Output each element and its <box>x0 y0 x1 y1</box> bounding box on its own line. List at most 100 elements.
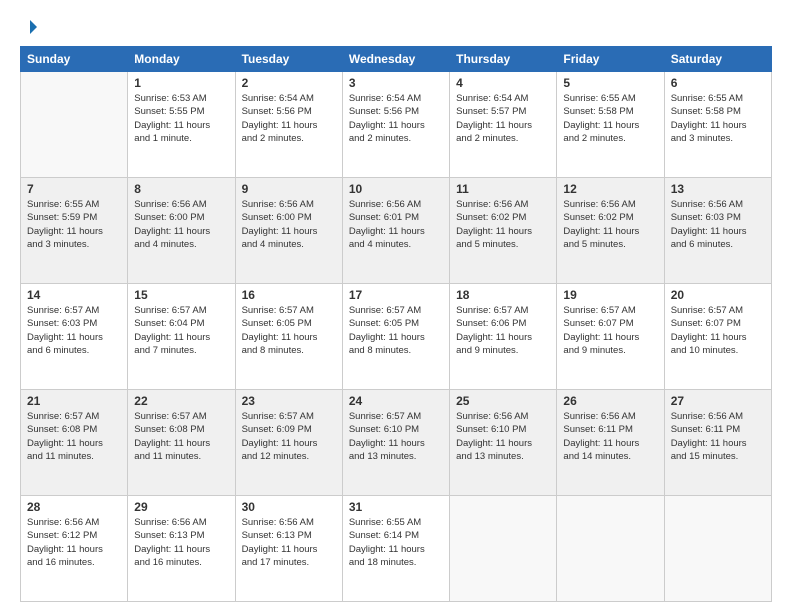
header-monday: Monday <box>128 47 235 72</box>
day-number: 17 <box>349 288 443 302</box>
calendar-day-cell: 24 Sunrise: 6:57 AM Sunset: 6:10 PM Dayl… <box>342 390 449 496</box>
calendar-day-cell: 23 Sunrise: 6:57 AM Sunset: 6:09 PM Dayl… <box>235 390 342 496</box>
sunset-time: Sunset: 6:05 PM <box>349 318 419 329</box>
weekday-header-row: Sunday Monday Tuesday Wednesday Thursday… <box>21 47 772 72</box>
day-number: 19 <box>563 288 657 302</box>
day-info: Sunrise: 6:57 AM Sunset: 6:05 PM Dayligh… <box>242 304 336 357</box>
header-wednesday: Wednesday <box>342 47 449 72</box>
calendar-day-cell: 25 Sunrise: 6:56 AM Sunset: 6:10 PM Dayl… <box>450 390 557 496</box>
day-number: 1 <box>134 76 228 90</box>
sunset-time: Sunset: 6:09 PM <box>242 424 312 435</box>
sunset-time: Sunset: 6:08 PM <box>134 424 204 435</box>
sunset-time: Sunset: 5:59 PM <box>27 212 97 223</box>
calendar-day-cell: 13 Sunrise: 6:56 AM Sunset: 6:03 PM Dayl… <box>664 178 771 284</box>
day-info: Sunrise: 6:56 AM Sunset: 6:02 PM Dayligh… <box>563 198 657 251</box>
day-info: Sunrise: 6:57 AM Sunset: 6:04 PM Dayligh… <box>134 304 228 357</box>
calendar-day-cell: 19 Sunrise: 6:57 AM Sunset: 6:07 PM Dayl… <box>557 284 664 390</box>
daylight-hours: Daylight: 11 hours and 2 minutes. <box>456 120 532 144</box>
sunrise-time: Sunrise: 6:57 AM <box>27 305 99 316</box>
sunrise-time: Sunrise: 6:56 AM <box>134 199 206 210</box>
day-number: 20 <box>671 288 765 302</box>
header <box>20 18 772 36</box>
daylight-hours: Daylight: 11 hours and 12 minutes. <box>242 438 318 462</box>
sunset-time: Sunset: 5:58 PM <box>671 106 741 117</box>
calendar-day-cell: 1 Sunrise: 6:53 AM Sunset: 5:55 PM Dayli… <box>128 72 235 178</box>
calendar-day-cell: 15 Sunrise: 6:57 AM Sunset: 6:04 PM Dayl… <box>128 284 235 390</box>
sunset-time: Sunset: 6:13 PM <box>134 530 204 541</box>
day-number: 2 <box>242 76 336 90</box>
day-info: Sunrise: 6:56 AM Sunset: 6:11 PM Dayligh… <box>563 410 657 463</box>
calendar-day-cell: 16 Sunrise: 6:57 AM Sunset: 6:05 PM Dayl… <box>235 284 342 390</box>
daylight-hours: Daylight: 11 hours and 1 minute. <box>134 120 210 144</box>
calendar-day-cell <box>450 496 557 602</box>
header-saturday: Saturday <box>664 47 771 72</box>
daylight-hours: Daylight: 11 hours and 11 minutes. <box>27 438 103 462</box>
calendar-day-cell: 18 Sunrise: 6:57 AM Sunset: 6:06 PM Dayl… <box>450 284 557 390</box>
sunrise-time: Sunrise: 6:57 AM <box>456 305 528 316</box>
header-friday: Friday <box>557 47 664 72</box>
daylight-hours: Daylight: 11 hours and 7 minutes. <box>134 332 210 356</box>
calendar-day-cell: 5 Sunrise: 6:55 AM Sunset: 5:58 PM Dayli… <box>557 72 664 178</box>
sunrise-time: Sunrise: 6:53 AM <box>134 93 206 104</box>
sunrise-time: Sunrise: 6:57 AM <box>242 305 314 316</box>
daylight-hours: Daylight: 11 hours and 5 minutes. <box>456 226 532 250</box>
day-info: Sunrise: 6:57 AM Sunset: 6:06 PM Dayligh… <box>456 304 550 357</box>
sunrise-time: Sunrise: 6:57 AM <box>242 411 314 422</box>
day-info: Sunrise: 6:56 AM Sunset: 6:03 PM Dayligh… <box>671 198 765 251</box>
day-info: Sunrise: 6:54 AM Sunset: 5:56 PM Dayligh… <box>242 92 336 145</box>
sunset-time: Sunset: 6:04 PM <box>134 318 204 329</box>
day-info: Sunrise: 6:56 AM Sunset: 6:11 PM Dayligh… <box>671 410 765 463</box>
calendar-day-cell: 9 Sunrise: 6:56 AM Sunset: 6:00 PM Dayli… <box>235 178 342 284</box>
sunset-time: Sunset: 6:01 PM <box>349 212 419 223</box>
daylight-hours: Daylight: 11 hours and 4 minutes. <box>242 226 318 250</box>
sunset-time: Sunset: 6:07 PM <box>671 318 741 329</box>
daylight-hours: Daylight: 11 hours and 6 minutes. <box>671 226 747 250</box>
day-info: Sunrise: 6:56 AM Sunset: 6:13 PM Dayligh… <box>242 516 336 569</box>
calendar-day-cell <box>664 496 771 602</box>
sunrise-time: Sunrise: 6:56 AM <box>27 517 99 528</box>
calendar-day-cell <box>557 496 664 602</box>
sunset-time: Sunset: 5:56 PM <box>242 106 312 117</box>
day-info: Sunrise: 6:56 AM Sunset: 6:01 PM Dayligh… <box>349 198 443 251</box>
sunset-time: Sunset: 6:07 PM <box>563 318 633 329</box>
sunrise-time: Sunrise: 6:57 AM <box>134 411 206 422</box>
day-number: 11 <box>456 182 550 196</box>
calendar-day-cell: 7 Sunrise: 6:55 AM Sunset: 5:59 PM Dayli… <box>21 178 128 284</box>
day-number: 14 <box>27 288 121 302</box>
day-number: 22 <box>134 394 228 408</box>
sunset-time: Sunset: 6:10 PM <box>456 424 526 435</box>
sunrise-time: Sunrise: 6:55 AM <box>349 517 421 528</box>
daylight-hours: Daylight: 11 hours and 4 minutes. <box>349 226 425 250</box>
logo-text <box>20 18 40 36</box>
calendar-day-cell: 3 Sunrise: 6:54 AM Sunset: 5:56 PM Dayli… <box>342 72 449 178</box>
day-number: 30 <box>242 500 336 514</box>
sunrise-time: Sunrise: 6:55 AM <box>563 93 635 104</box>
sunrise-time: Sunrise: 6:56 AM <box>134 517 206 528</box>
day-info: Sunrise: 6:57 AM Sunset: 6:09 PM Dayligh… <box>242 410 336 463</box>
calendar-week-row: 28 Sunrise: 6:56 AM Sunset: 6:12 PM Dayl… <box>21 496 772 602</box>
daylight-hours: Daylight: 11 hours and 9 minutes. <box>563 332 639 356</box>
day-number: 12 <box>563 182 657 196</box>
day-info: Sunrise: 6:55 AM Sunset: 6:14 PM Dayligh… <box>349 516 443 569</box>
sunset-time: Sunset: 6:11 PM <box>563 424 633 435</box>
calendar-day-cell: 21 Sunrise: 6:57 AM Sunset: 6:08 PM Dayl… <box>21 390 128 496</box>
day-info: Sunrise: 6:57 AM Sunset: 6:07 PM Dayligh… <box>671 304 765 357</box>
day-number: 24 <box>349 394 443 408</box>
header-tuesday: Tuesday <box>235 47 342 72</box>
calendar-day-cell: 30 Sunrise: 6:56 AM Sunset: 6:13 PM Dayl… <box>235 496 342 602</box>
day-info: Sunrise: 6:57 AM Sunset: 6:05 PM Dayligh… <box>349 304 443 357</box>
sunrise-time: Sunrise: 6:57 AM <box>349 411 421 422</box>
day-number: 13 <box>671 182 765 196</box>
day-number: 16 <box>242 288 336 302</box>
sunrise-time: Sunrise: 6:56 AM <box>563 411 635 422</box>
sunset-time: Sunset: 5:57 PM <box>456 106 526 117</box>
day-number: 7 <box>27 182 121 196</box>
day-info: Sunrise: 6:57 AM Sunset: 6:03 PM Dayligh… <box>27 304 121 357</box>
daylight-hours: Daylight: 11 hours and 11 minutes. <box>134 438 210 462</box>
calendar-day-cell: 29 Sunrise: 6:56 AM Sunset: 6:13 PM Dayl… <box>128 496 235 602</box>
sunrise-time: Sunrise: 6:56 AM <box>671 411 743 422</box>
day-number: 26 <box>563 394 657 408</box>
sunrise-time: Sunrise: 6:56 AM <box>671 199 743 210</box>
sunrise-time: Sunrise: 6:57 AM <box>563 305 635 316</box>
sunrise-time: Sunrise: 6:57 AM <box>27 411 99 422</box>
